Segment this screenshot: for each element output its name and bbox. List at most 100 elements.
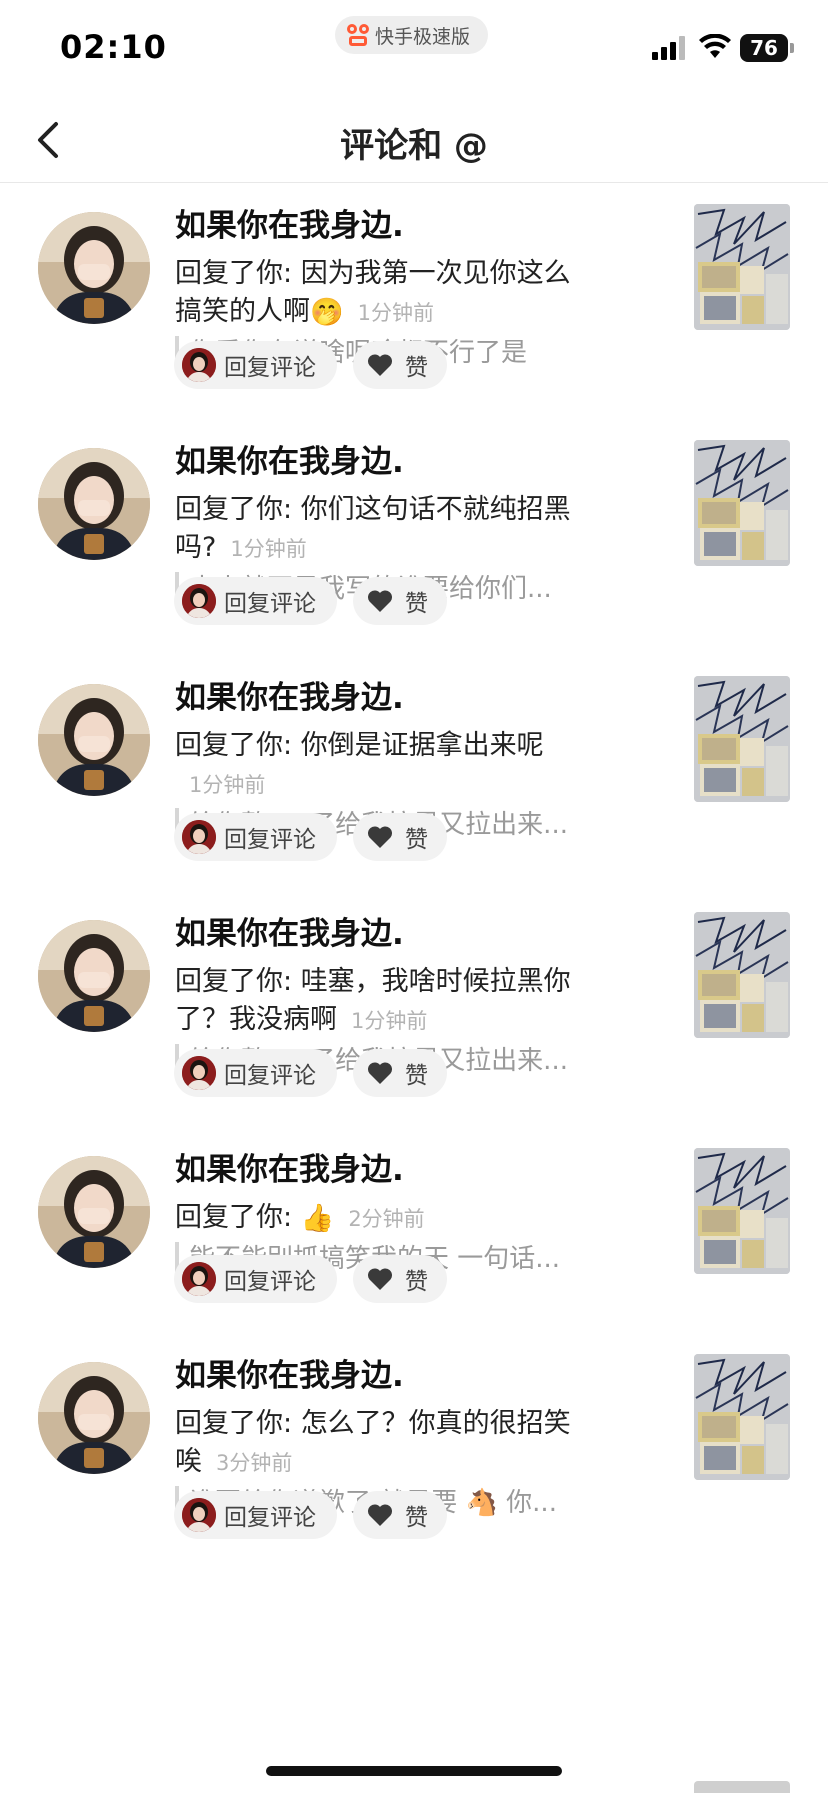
reply-prefix: 回复了你: xyxy=(175,730,301,761)
notification-item[interactable]: 如果你在我身边. 回复了你: 因为我第一次见你这么搞笑的人啊🤭1分钟前 你看你在… xyxy=(0,183,828,419)
reply-comment-button[interactable]: 回复评论 xyxy=(174,1491,337,1539)
reply-comment-button[interactable]: 回复评论 xyxy=(174,1255,337,1303)
user-avatar[interactable] xyxy=(38,448,150,560)
reply-comment-button[interactable]: 回复评论 xyxy=(174,577,337,625)
timestamp: 1分钟前 xyxy=(189,773,266,797)
video-thumbnail[interactable] xyxy=(694,676,790,802)
like-button[interactable]: 赞 xyxy=(353,341,447,389)
video-thumbnail[interactable] xyxy=(694,204,790,330)
notification-item[interactable]: 如果你在我身边. 回复了你: 👍2分钟前 能不能别抓搞笑我的天 一句话... 回… xyxy=(0,1127,828,1333)
notification-item[interactable]: 如果你在我身边. 回复了你: 怎么了？你真的很招笑唉3分钟前 谁要给你道歉了 就… xyxy=(0,1333,828,1569)
reply-body: 你倒是证据拿出来呢 xyxy=(300,730,544,761)
avatar-image xyxy=(38,684,150,796)
nav-bar: 评论和 @ xyxy=(0,100,828,183)
reply-text[interactable]: 回复了你: 怎么了？你真的很招笑唉 3分钟前 xyxy=(175,1405,595,1482)
action-row: 回复评论 赞 xyxy=(174,577,447,625)
reply-text[interactable]: 回复了你: 哇塞，我啥时候拉黑你了？我没病啊 1分钟前 xyxy=(175,963,595,1040)
my-avatar xyxy=(182,1498,216,1532)
action-row: 回复评论 赞 xyxy=(174,1255,447,1303)
action-row: 回复评论 赞 xyxy=(174,1491,447,1539)
status-time: 02:10 xyxy=(60,28,167,66)
heart-icon xyxy=(367,1268,393,1290)
app-name: 快手极速版 xyxy=(375,25,471,48)
timestamp: 1分钟前 xyxy=(230,537,307,561)
video-thumbnail[interactable] xyxy=(694,1148,790,1274)
timestamp: 3分钟前 xyxy=(216,1451,293,1475)
reply-text[interactable]: 回复了你: 因为我第一次见你这么搞笑的人啊🤭 1分钟前 xyxy=(175,255,595,332)
reply-comment-label: 回复评论 xyxy=(224,1063,316,1089)
reply-comment-label: 回复评论 xyxy=(224,827,316,853)
heart-icon xyxy=(367,1504,393,1526)
like-label: 赞 xyxy=(405,827,428,853)
reply-comment-label: 回复评论 xyxy=(224,1269,316,1295)
user-avatar[interactable] xyxy=(38,684,150,796)
reply-comment-button[interactable]: 回复评论 xyxy=(174,813,337,861)
timestamp: 1分钟前 xyxy=(351,1009,428,1033)
video-thumbnail[interactable] xyxy=(694,1354,790,1480)
reply-comment-button[interactable]: 回复评论 xyxy=(174,341,337,389)
like-label: 赞 xyxy=(405,1269,428,1295)
commenter-name[interactable]: 如果你在我身边. xyxy=(175,441,595,483)
like-button[interactable]: 赞 xyxy=(353,1255,447,1303)
heart-icon xyxy=(367,1062,393,1084)
reply-comment-button[interactable]: 回复评论 xyxy=(174,1049,337,1097)
reply-prefix: 回复了你: xyxy=(175,1408,301,1439)
like-label: 赞 xyxy=(405,355,428,381)
battery-indicator: 76 xyxy=(740,34,788,62)
commenter-name[interactable]: 如果你在我身边. xyxy=(175,1149,595,1191)
user-avatar[interactable] xyxy=(38,920,150,1032)
home-indicator[interactable] xyxy=(266,1766,562,1776)
like-button[interactable]: 赞 xyxy=(353,1049,447,1097)
notification-item[interactable]: 如果你在我身边. 回复了你: 你们这句话不就纯招黑吗?1分钟前 本来就不是我写的… xyxy=(0,419,828,655)
app-indicator-pill[interactable]: 快手极速版 xyxy=(335,16,489,54)
avatar-image xyxy=(38,212,150,324)
reply-prefix: 回复了你: xyxy=(175,966,301,997)
battery-cap-icon xyxy=(790,43,794,53)
heart-icon xyxy=(367,354,393,376)
my-avatar xyxy=(182,820,216,854)
reply-emoji: 👍 xyxy=(300,1202,335,1234)
action-row: 回复评论 赞 xyxy=(174,341,447,389)
action-row: 回复评论 赞 xyxy=(174,1049,447,1097)
reply-text[interactable]: 回复了你: 你倒是证据拿出来呢 1分钟前 xyxy=(175,727,595,804)
timestamp: 2分钟前 xyxy=(348,1207,425,1231)
commenter-name[interactable]: 如果你在我身边. xyxy=(175,677,595,719)
notification-list: 如果你在我身边. 回复了你: 因为我第一次见你这么搞笑的人啊🤭1分钟前 你看你在… xyxy=(0,183,828,1569)
reply-comment-label: 回复评论 xyxy=(224,355,316,381)
status-bar: 02:10 快手极速版 76 xyxy=(0,0,828,100)
heart-icon xyxy=(367,590,393,612)
like-button[interactable]: 赞 xyxy=(353,813,447,861)
wifi-icon xyxy=(699,34,731,58)
reply-text[interactable]: 回复了你: 你们这句话不就纯招黑吗? 1分钟前 xyxy=(175,491,595,568)
cellular-signal-icon xyxy=(652,36,688,60)
reply-prefix: 回复了你: xyxy=(175,494,301,525)
reply-comment-label: 回复评论 xyxy=(224,1505,316,1531)
commenter-name[interactable]: 如果你在我身边. xyxy=(175,913,595,955)
kuaishou-logo-icon xyxy=(347,24,369,46)
next-item-thumbnail-peek xyxy=(694,1781,790,1793)
like-label: 赞 xyxy=(405,1505,428,1531)
user-avatar[interactable] xyxy=(38,1362,150,1474)
commenter-name[interactable]: 如果你在我身边. xyxy=(175,1355,595,1397)
notification-item[interactable]: 如果你在我身边. 回复了你: 你倒是证据拿出来呢1分钟前 给你整 pf 了给我拉… xyxy=(0,655,828,891)
commenter-name[interactable]: 如果你在我身边. xyxy=(175,205,595,247)
reply-emoji: 🤭 xyxy=(310,296,344,328)
reply-text[interactable]: 回复了你: 👍 2分钟前 xyxy=(175,1199,595,1238)
video-thumbnail[interactable] xyxy=(694,912,790,1038)
my-avatar xyxy=(182,584,216,618)
avatar-image xyxy=(38,1156,150,1268)
my-avatar xyxy=(182,1056,216,1090)
my-avatar xyxy=(182,348,216,382)
reply-comment-label: 回复评论 xyxy=(224,591,316,617)
heart-icon xyxy=(367,826,393,848)
avatar-image xyxy=(38,1362,150,1474)
video-thumbnail[interactable] xyxy=(694,440,790,566)
notification-item[interactable]: 如果你在我身边. 回复了你: 哇塞，我啥时候拉黑你了？我没病啊1分钟前 给你整 … xyxy=(0,891,828,1127)
user-avatar[interactable] xyxy=(38,1156,150,1268)
reply-prefix: 回复了你: xyxy=(175,1202,301,1233)
like-label: 赞 xyxy=(405,1063,428,1089)
user-avatar[interactable] xyxy=(38,212,150,324)
page-title: 评论和 @ xyxy=(340,126,488,166)
like-button[interactable]: 赞 xyxy=(353,1491,447,1539)
like-button[interactable]: 赞 xyxy=(353,577,447,625)
